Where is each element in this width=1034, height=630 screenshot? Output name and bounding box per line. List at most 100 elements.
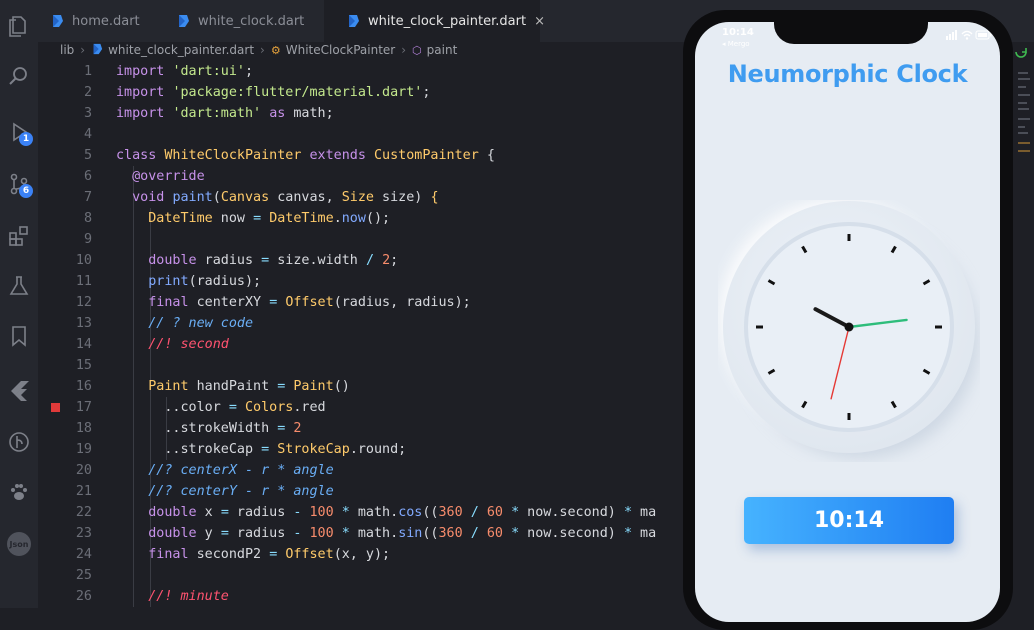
code-line[interactable]: 10 double radius = size.width / 2; [38, 250, 688, 271]
code-token: 2 [382, 253, 391, 268]
tab-home-dart[interactable]: home.dart [50, 0, 168, 42]
code-token: //? centerY - r * angle [148, 484, 334, 499]
activity-source-control[interactable]: 6 [5, 170, 33, 198]
activity-bookmarks[interactable] [5, 322, 33, 350]
code-token: / [470, 526, 479, 541]
code-token: import [116, 85, 165, 100]
code-editor[interactable]: 1 import 'dart:ui'; 2 import 'package:flutt… [38, 60, 688, 608]
code-token: Offset [285, 295, 334, 310]
code-token: ..strokeWidth [116, 421, 278, 436]
digital-time-display[interactable]: 10:14 [744, 497, 954, 544]
code-text: @override [116, 166, 205, 187]
code-text: //? centerY - r * angle [116, 481, 334, 502]
code-line[interactable]: 6 @override [38, 166, 688, 187]
code-line[interactable]: 9 [38, 229, 688, 250]
line-number: 17 [75, 400, 92, 415]
breadcrumb-method[interactable]: paint [427, 43, 458, 57]
code-line[interactable]: 21 //? centerY - r * angle [38, 481, 688, 502]
code-token: 2 [293, 421, 302, 436]
code-token: now.second) [519, 505, 624, 520]
code-line[interactable]: 23 double y = radius - 100 * math.sin((3… [38, 523, 688, 544]
code-token: radius [196, 253, 262, 268]
activity-testing[interactable] [5, 272, 33, 300]
status-back-app[interactable]: ◂ Mergo [722, 40, 750, 48]
breadcrumb-file[interactable]: white_clock_painter.dart [108, 43, 254, 57]
breadcrumb-folder[interactable]: lib [60, 43, 74, 57]
code-token: ..strokeCap [116, 442, 262, 457]
activity-search[interactable] [5, 62, 33, 90]
code-line[interactable]: 5 class WhiteClockPainter extends CustomP… [38, 145, 688, 166]
code-token: import [116, 106, 165, 121]
code-line[interactable]: 24 final secondP2 = Offset(x, y); [38, 544, 688, 565]
code-line[interactable]: 12 final centerXY = Offset(radius, radiu… [38, 292, 688, 313]
code-token: (x, y); [333, 547, 391, 562]
signal-icon [946, 30, 957, 40]
activity-explorer[interactable] [5, 12, 33, 40]
code-text: import 'package:flutter/material.dart'; [116, 82, 430, 103]
code-line[interactable]: 11 print(radius); [38, 271, 688, 292]
code-line[interactable]: 14 //! second [38, 334, 688, 355]
activity-json[interactable]: Json [5, 530, 33, 558]
code-token: Paint [293, 379, 334, 394]
code-line[interactable]: 7 void paint(Canvas canvas, Size size) { [38, 187, 688, 208]
code-token: ; [390, 253, 399, 268]
code-text: //! second [116, 334, 229, 355]
activity-extensions[interactable] [5, 222, 33, 250]
code-line[interactable]: 22 double x = radius - 100 * math.cos((3… [38, 502, 688, 523]
code-line[interactable]: 26 //! minute [38, 586, 688, 607]
code-line[interactable]: 4 [38, 124, 688, 145]
code-token: Colors [245, 400, 294, 415]
code-line[interactable]: 18 ..strokeWidth = 2 [38, 418, 688, 439]
code-line[interactable]: 25 [38, 565, 688, 586]
breadcrumb-class[interactable]: WhiteClockPainter [286, 43, 396, 57]
activity-paw[interactable] [5, 478, 33, 506]
code-token: ; [422, 85, 431, 100]
code-text: import 'dart:ui'; [116, 61, 253, 82]
code-token: //! minute [148, 589, 229, 604]
close-icon[interactable]: × [534, 14, 545, 29]
code-token: Size [341, 190, 374, 205]
tab-white-clock-painter-dart[interactable]: white_clock_painter.dart × [324, 0, 545, 42]
code-token: WhiteClockPainter [164, 148, 302, 163]
dart-file-icon [346, 14, 360, 28]
code-line[interactable]: 8 DateTime now = DateTime.now(); [38, 208, 688, 229]
code-line[interactable]: 2 import 'package:flutter/material.dart'; [38, 82, 688, 103]
code-token: void [132, 190, 165, 205]
class-symbol-icon: ⚙ [270, 43, 281, 57]
line-number: 23 [75, 526, 92, 541]
code-token: import [116, 64, 165, 79]
refresh-icon[interactable] [1015, 48, 1027, 58]
battery-icon [975, 30, 992, 40]
code-token: cos [398, 505, 423, 520]
code-line[interactable]: 19 ..strokeCap = StrokeCap.round; [38, 439, 688, 460]
code-line[interactable]: 3 import 'dart:math' as math; [38, 103, 688, 124]
code-token: math. [349, 505, 399, 520]
code-line[interactable]: 15 [38, 355, 688, 376]
code-line[interactable]: 13 // ? new code [38, 313, 688, 334]
code-line[interactable]: 20 //? centerX - r * angle [38, 460, 688, 481]
code-token: / [470, 505, 479, 520]
code-line[interactable]: 16 Paint handPaint = Paint() [38, 376, 688, 397]
code-token: extends [309, 148, 366, 163]
code-line[interactable]: 1 import 'dart:ui'; [38, 61, 688, 82]
code-text: import 'dart:math' as math; [116, 103, 334, 124]
code-token: final [148, 295, 189, 310]
activity-run-debug[interactable]: 1 [5, 118, 33, 146]
code-text: //! minute [116, 586, 229, 607]
line-number: 1 [83, 64, 92, 79]
code-line[interactable]: 17 ..color = Colors.red [38, 397, 688, 418]
activity-flutter[interactable] [5, 376, 33, 404]
tab-white-clock-dart[interactable]: white_clock.dart [170, 0, 326, 42]
code-token: * [511, 526, 520, 541]
activity-git-graph[interactable] [5, 428, 33, 456]
line-number: 16 [75, 379, 92, 394]
